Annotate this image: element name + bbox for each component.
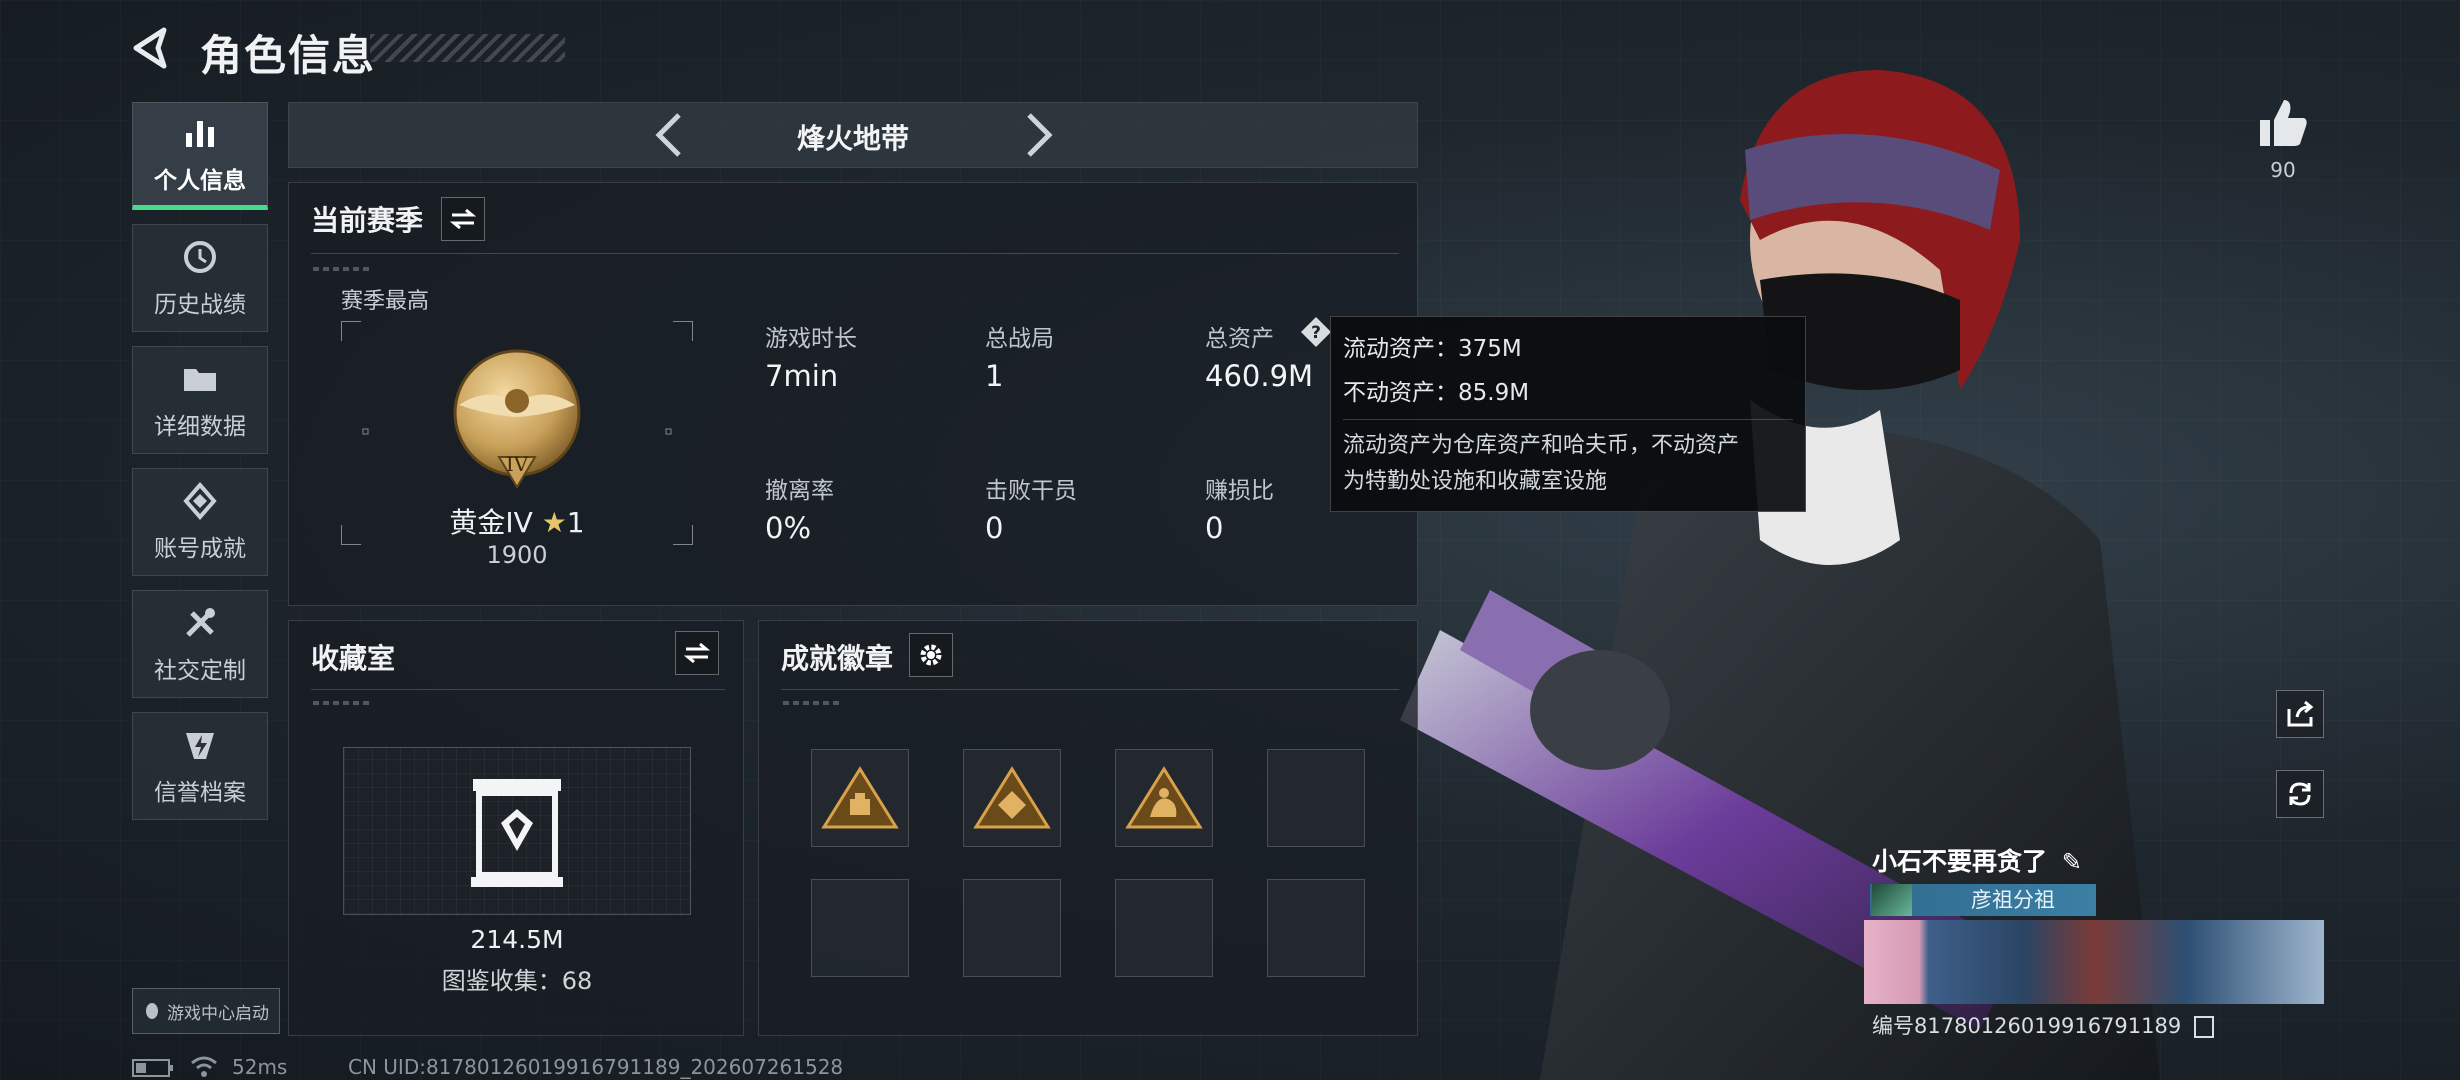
mode-selector: 烽火地带 <box>288 102 1418 168</box>
title-decoration <box>370 34 565 62</box>
stat-value-operators-defeated: 0 <box>985 511 1004 545</box>
stat-label-total-assets: 总资产 <box>1205 326 1274 352</box>
player-name: 小石不要再贪了 ✎ <box>1872 842 2082 878</box>
tooltip-fixed-assets: 不动资产：85.9M <box>1343 380 1530 406</box>
guild-name: 彦祖分祖 <box>1971 888 2055 912</box>
collection-title: 收藏室 <box>311 642 396 675</box>
share-button[interactable] <box>2276 690 2324 738</box>
game-center-launch-button[interactable]: 游戏中心启动 <box>132 988 280 1034</box>
achievements-title: 成就徽章 <box>781 642 894 675</box>
badge-slot[interactable] <box>1115 749 1213 847</box>
season-best-label: 赛季最高 <box>341 289 430 314</box>
stat-value-playtime: 7min <box>765 359 839 393</box>
profile-uid-text: 编号81780126019916791189 <box>1872 1014 2182 1038</box>
refresh-icon <box>2289 782 2311 806</box>
badge-slot[interactable] <box>963 749 1061 847</box>
star-icon: ★ <box>541 506 567 539</box>
sidebar-item-label: 详细数据 <box>154 414 246 440</box>
sidebar-item-label: 历史战绩 <box>154 292 246 318</box>
display-case-icon <box>471 779 563 887</box>
achievement-badge-icon <box>973 766 1051 829</box>
achievements-panel: 成就徽章 <box>758 620 1418 1036</box>
swap-arrows-icon <box>450 208 476 230</box>
folder-icon <box>184 369 216 391</box>
collection-panel: 收藏室 214.5M 图鉴收集：68 <box>288 620 744 1036</box>
stat-label-extraction-rate: 撤离率 <box>765 478 834 504</box>
profile-card-art[interactable] <box>1864 920 2324 1004</box>
uid-readout: CN UID:81780126019916791189_202607261528 <box>348 1055 844 1079</box>
tooltip-liquid-assets: 流动资产：375M <box>1343 336 1522 362</box>
svg-text:?: ? <box>1311 323 1321 343</box>
tooltip-desc-line1: 流动资产为仓库资产和哈夫币，不动资产 <box>1343 433 1740 458</box>
battery-icon <box>132 1059 173 1077</box>
copy-icon[interactable] <box>2193 1016 2214 1038</box>
stat-value-total-matches: 1 <box>985 359 1004 393</box>
badge-slot-empty[interactable] <box>811 879 909 977</box>
refresh-button[interactable] <box>2276 770 2324 818</box>
achievements-settings-button[interactable] <box>909 633 953 677</box>
achievement-badge-icon <box>821 766 899 829</box>
sidebar-item-social-custom[interactable]: 社交定制 <box>132 590 268 698</box>
sidebar-item-achievements[interactable]: 账号成就 <box>132 468 268 576</box>
rank-score: 1900 <box>486 541 548 569</box>
launch-label: 游戏中心启动 <box>167 1003 269 1024</box>
season-switch-button[interactable] <box>441 197 485 241</box>
qq-penguin-icon <box>146 1003 158 1019</box>
collection-switch-button[interactable] <box>675 631 719 675</box>
badge-slot-empty[interactable] <box>1267 879 1365 977</box>
stat-label-operators-defeated: 击败干员 <box>985 478 1077 504</box>
catalog-count: 图鉴收集：68 <box>441 967 593 995</box>
rank-name: 黄金IV <box>449 506 533 539</box>
collection-value: 214.5M <box>470 925 564 954</box>
back-arrow-icon[interactable] <box>130 26 174 70</box>
swap-arrows-icon <box>684 642 710 664</box>
shield-bolt-icon <box>186 733 214 759</box>
badge-slot-empty[interactable] <box>1267 749 1365 847</box>
badge-slot-empty[interactable] <box>1115 879 1213 977</box>
rank-emblem-text: IV <box>506 452 529 476</box>
page-title: 角色信息 <box>200 31 377 80</box>
sidebar-item-label: 个人信息 <box>154 168 246 194</box>
bar-chart-icon <box>186 121 214 147</box>
diamond-medal-icon <box>183 481 217 521</box>
sidebar-item-detail-data[interactable]: 详细数据 <box>132 346 268 454</box>
stat-value-profit-loss: 0 <box>1205 511 1224 545</box>
sidebar-item-personal-info[interactable]: 个人信息 <box>132 102 268 210</box>
tooltip-desc-line2: 为特勤处设施和收藏室设施 <box>1343 469 1608 494</box>
assets-tooltip: 流动资产：375M 不动资产：85.9M 流动资产为仓库资产和哈夫币，不动资产 … <box>1330 316 1806 512</box>
achievement-badge-icon <box>1125 766 1203 829</box>
share-icon <box>2287 700 2314 727</box>
profile-uid: 编号81780126019916791189 <box>1872 1010 2214 1040</box>
like-count: 90 <box>2270 158 2296 182</box>
stat-label-playtime: 游戏时长 <box>765 326 857 352</box>
ping-readout: 52ms <box>232 1055 288 1079</box>
history-clock-icon <box>184 241 216 273</box>
help-question-icon[interactable]: ? <box>1299 315 1333 349</box>
chevron-right-icon[interactable] <box>1013 111 1061 159</box>
season-panel: 当前赛季 赛季最高 IV 黄金IV ★1 1900 游戏时长 7min 总战局 … <box>288 182 1418 606</box>
tools-icon <box>186 608 215 637</box>
guild-avatar <box>1872 884 1912 916</box>
gear-icon <box>920 644 942 666</box>
badge-slot-empty[interactable] <box>963 879 1061 977</box>
stat-value-extraction-rate: 0% <box>765 511 812 545</box>
rank-stars: 1 <box>566 506 585 539</box>
sidebar-item-label: 账号成就 <box>154 536 246 562</box>
stat-label-profit-loss: 赚损比 <box>1205 478 1274 504</box>
rank-line: 黄金IV ★1 <box>341 501 693 541</box>
sidebar-item-label: 社交定制 <box>154 658 246 684</box>
badge-slot[interactable] <box>811 749 909 847</box>
sidebar-item-label: 信誉档案 <box>154 780 246 806</box>
sidebar-item-history[interactable]: 历史战绩 <box>132 224 268 332</box>
season-title: 当前赛季 <box>311 204 424 237</box>
wifi-icon <box>191 1056 217 1077</box>
stat-value-total-assets: 460.9M <box>1205 359 1314 393</box>
edit-pencil-icon[interactable]: ✎ <box>2062 848 2082 876</box>
sidebar-item-credit-record[interactable]: 信誉档案 <box>132 712 268 820</box>
stat-label-total-matches: 总战局 <box>985 326 1054 352</box>
thumbs-up-icon[interactable] <box>2256 96 2310 150</box>
player-name-text: 小石不要再贪了 <box>1872 847 2048 876</box>
gold-rank-emblem-icon: IV <box>453 349 581 489</box>
mode-title: 烽火地带 <box>796 122 909 155</box>
